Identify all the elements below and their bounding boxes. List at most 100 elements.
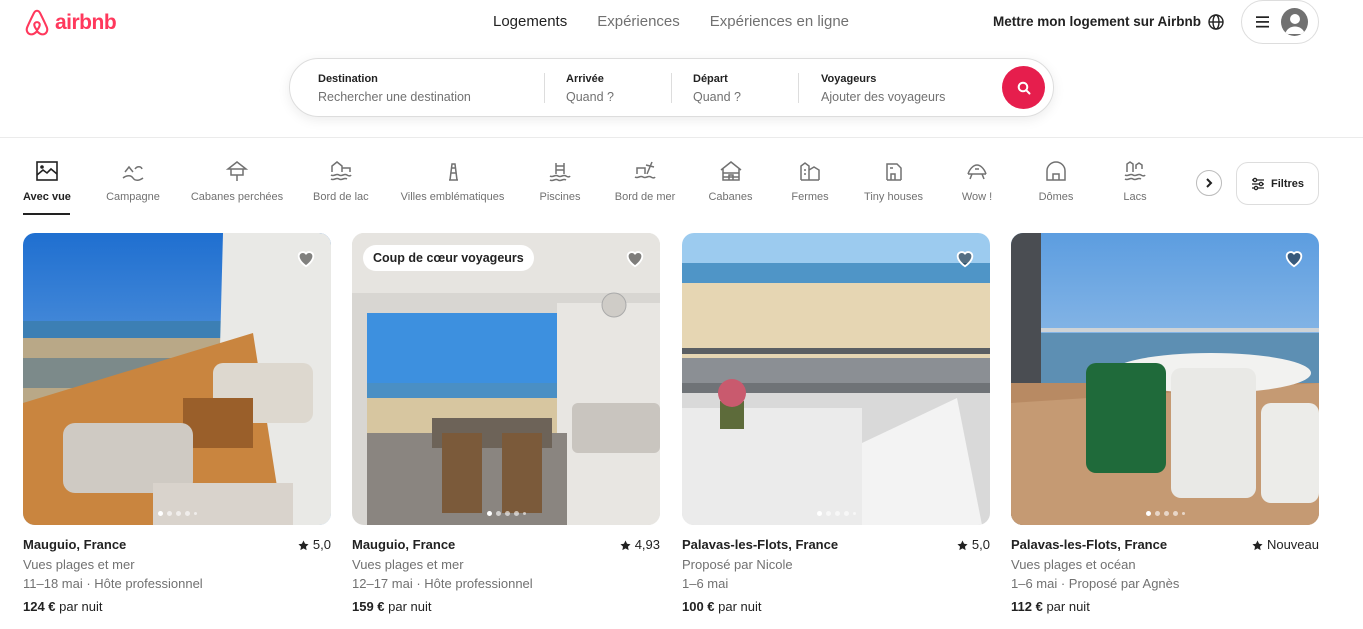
listing-card[interactable]: Palavas-les-Flots, France Nouveau Vues p… [1011, 233, 1319, 615]
user-silhouette-icon [1285, 14, 1306, 34]
category-label: Tiny houses [864, 191, 923, 203]
listing-location: Mauguio, France [23, 537, 127, 552]
listing-rating: 5,0 [298, 537, 331, 553]
category-lacs[interactable]: Lacs [1120, 160, 1150, 204]
become-host-link[interactable]: Mettre mon logement sur Airbnb [993, 14, 1201, 29]
listing-price: 100 € par nuit [682, 598, 990, 615]
lake-icon [1124, 161, 1146, 181]
guest-favorite-badge: Coup de cœur voyageurs [363, 245, 534, 271]
category-label: Fermes [791, 191, 829, 203]
category-avec-vue[interactable]: Avec vue [23, 160, 71, 204]
farm-icon [800, 162, 820, 181]
pool-icon [549, 163, 571, 182]
category-domes[interactable]: Dômes [1037, 160, 1075, 204]
listing-host: Proposé par Nicole [682, 557, 793, 572]
search-icon [1017, 81, 1030, 94]
listing-rating: 5,0 [957, 537, 990, 553]
category-label: Villes emblématiques [400, 191, 505, 203]
category-label: Campagne [106, 191, 160, 203]
divider [544, 73, 545, 103]
cabin-icon [720, 161, 741, 181]
rating-value: 4,93 [634, 537, 660, 552]
category-wow[interactable]: Wow ! [958, 160, 996, 204]
rating-value: 5,0 [312, 537, 331, 552]
category-label: Bord de mer [614, 191, 676, 203]
filters-label: Filtres [1270, 177, 1304, 190]
listing-rating: Nouveau [1252, 537, 1319, 553]
tiny-house-icon [885, 163, 902, 181]
wow-icon [967, 164, 987, 180]
listing-image [682, 233, 990, 525]
photo-carousel-dots [352, 511, 660, 516]
price-suffix: par nuit [714, 599, 762, 614]
listing-dates: 1–6 mai [682, 576, 729, 591]
avatar [1281, 8, 1308, 36]
price-suffix: par nuit [384, 599, 432, 614]
globe-icon[interactable] [1207, 13, 1225, 31]
price-amount: 100 € [682, 599, 715, 614]
hamburger-menu-icon [1256, 16, 1270, 28]
category-bord-de-mer[interactable]: Bord de mer [613, 160, 677, 204]
guests-label: Voyageurs [821, 73, 877, 85]
category-villes-emblematiques[interactable]: Villes emblématiques [398, 160, 507, 204]
airbnb-logo[interactable]: airbnb [23, 8, 117, 38]
checkin-field[interactable]: Arrivée Quand ? [566, 59, 666, 116]
tab-logements[interactable]: Logements [493, 13, 567, 31]
listing-description: Vues plages et océan [1011, 557, 1136, 572]
listing-card[interactable]: Coup de cœur voyageurs Mauguio, France 4… [352, 233, 660, 615]
category-cabanes-perchees[interactable]: Cabanes perchées [190, 160, 284, 204]
listing-card[interactable]: Mauguio, France 5,0 Vues plages et mer 1… [23, 233, 331, 615]
listing-image [23, 233, 331, 525]
destination-placeholder: Rechercher une destination [318, 90, 471, 104]
category-label: Lacs [1123, 191, 1147, 203]
checkout-field[interactable]: Départ Quand ? [693, 59, 793, 116]
user-menu-button[interactable] [1241, 0, 1319, 44]
heart-icon[interactable] [1283, 247, 1305, 269]
top-header: airbnb Logements Expériences Expériences… [0, 0, 1363, 138]
listing-location: Palavas-les-Flots, France [682, 537, 839, 552]
category-label: Bord de lac [313, 191, 369, 203]
listing-image [1011, 233, 1319, 525]
chevron-right-icon [1206, 178, 1213, 188]
view-icon [35, 161, 58, 181]
dome-icon [1046, 161, 1066, 181]
countryside-icon [122, 165, 144, 181]
category-label: Avec vue [23, 191, 71, 203]
listing-photo[interactable]: Coup de cœur voyageurs [352, 233, 660, 525]
listing-card[interactable]: Palavas-les-Flots, France 5,0 Proposé pa… [682, 233, 990, 615]
category-tiny-houses[interactable]: Tiny houses [863, 160, 924, 204]
destination-field[interactable]: Destination Rechercher une destination [318, 59, 538, 116]
star-icon [620, 539, 631, 550]
heart-icon[interactable] [295, 247, 317, 269]
categories-next-button[interactable] [1196, 170, 1222, 196]
listing-dates: 1–6 mai · Proposé par Agnès [1011, 576, 1180, 591]
heart-icon[interactable] [954, 247, 976, 269]
photo-carousel-dots [1011, 511, 1319, 516]
category-label: Piscines [539, 191, 581, 203]
heart-icon[interactable] [624, 247, 646, 269]
listing-photo[interactable] [23, 233, 331, 525]
tab-experiences[interactable]: Expériences [597, 13, 680, 31]
listing-photo[interactable] [682, 233, 990, 525]
category-label: Wow ! [961, 191, 993, 203]
divider [671, 73, 672, 103]
listing-photo[interactable] [1011, 233, 1319, 525]
guests-field[interactable]: Voyageurs Ajouter des voyageurs [821, 59, 991, 116]
listing-dates: 12–17 mai · Hôte professionnel [352, 576, 533, 591]
star-icon [1252, 539, 1263, 550]
category-fermes[interactable]: Fermes [789, 160, 831, 204]
checkout-label: Départ [693, 73, 728, 85]
destination-label: Destination [318, 73, 378, 85]
photo-carousel-dots [682, 511, 990, 516]
search-button[interactable] [1002, 66, 1045, 109]
filters-button[interactable]: Filtres [1236, 162, 1319, 205]
category-piscines[interactable]: Piscines [539, 160, 581, 204]
category-cabanes[interactable]: Cabanes [707, 160, 754, 204]
price-suffix: par nuit [55, 599, 103, 614]
tab-online-experiences[interactable]: Expériences en ligne [710, 13, 849, 31]
category-bord-de-lac[interactable]: Bord de lac [313, 160, 369, 204]
divider [798, 73, 799, 103]
checkin-label: Arrivée [566, 73, 604, 85]
checkin-placeholder: Quand ? [566, 90, 614, 104]
category-campagne[interactable]: Campagne [105, 160, 161, 204]
